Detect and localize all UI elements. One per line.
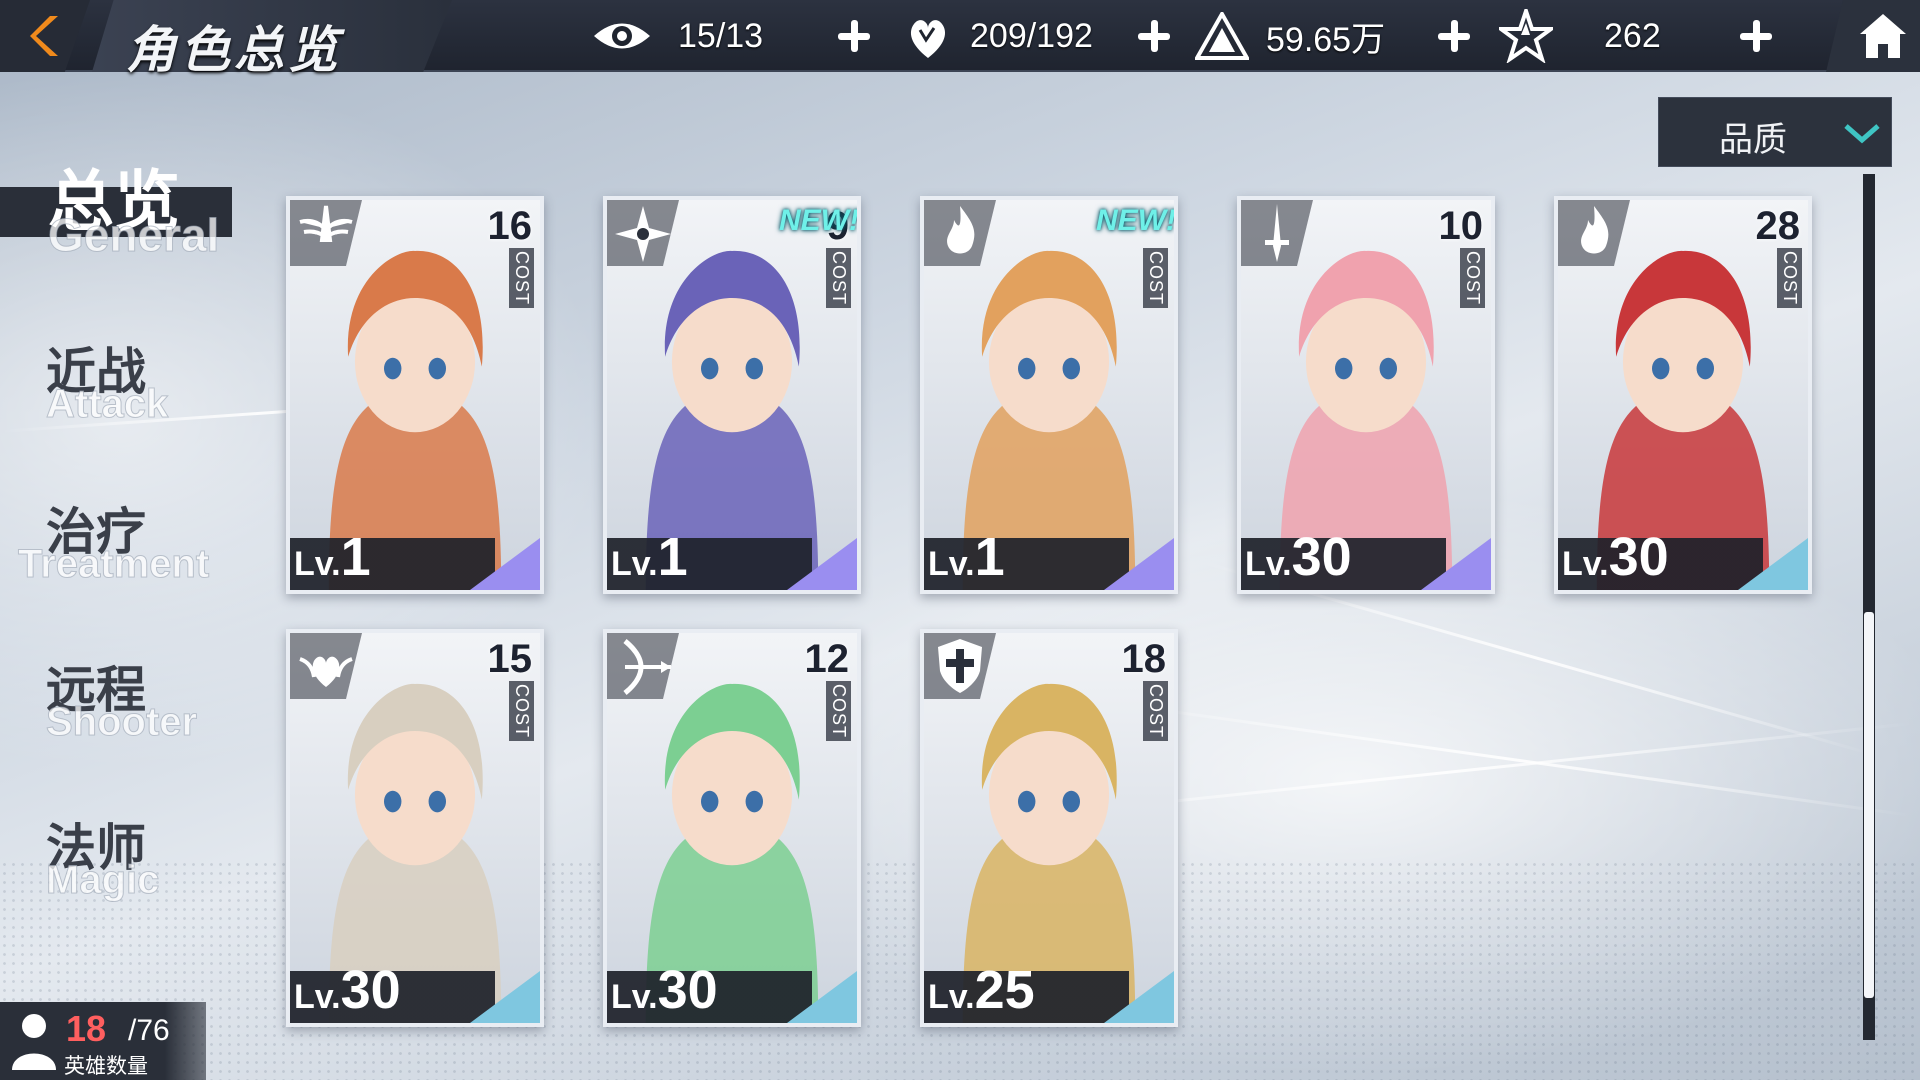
stamina-value: 209/192 [970,16,1093,55]
level-value: 30 [657,960,718,1020]
cost-value: 28 [1755,204,1801,248]
resource-vision: 15/13 [590,0,763,72]
resource-stamina: 209/192 [896,0,1093,72]
home-icon [1860,14,1906,58]
tab-label-en: General [47,209,220,262]
level-text: Lv.1 [928,526,1005,588]
hero-card[interactable]: 28 COST Lv.30 [1554,196,1812,594]
hero-card[interactable]: 16 COST Lv.1 [286,196,544,594]
cost-value: 15 [487,637,533,681]
cost-label: COST [1143,248,1168,309]
level-value: 30 [1608,527,1669,587]
level-value: 1 [657,527,688,587]
hero-count-current: 18 [66,1008,107,1049]
tab-treatment[interactable]: 治疗 Treatment [0,490,250,590]
hero-card[interactable]: COST NEW! Lv.1 [920,196,1178,594]
hero-card[interactable]: 10 COST Lv.30 [1237,196,1495,594]
cost-value: 10 [1438,204,1484,248]
scrollbar-thumb[interactable] [1864,612,1874,998]
level-prefix: Lv. [611,545,658,583]
heart-hand-icon [896,4,960,68]
level-text: Lv.30 [611,959,718,1021]
hero-card[interactable]: 15 COST Lv.30 [286,629,544,1027]
person-icon [12,1014,56,1070]
back-button[interactable] [0,0,90,72]
level-prefix: Lv. [928,545,975,583]
tab-label-en: Attack [45,382,169,427]
winged-sword-icon [290,200,362,266]
tab-general[interactable]: 总览 General [0,140,250,262]
cost-value: 18 [1121,637,1167,681]
hero-count-max: /76 [128,1014,170,1047]
level-prefix: Lv. [1245,545,1292,583]
tab-label-en: Shooter [45,700,198,745]
level-text: Lv.1 [611,526,688,588]
flame-icon [924,200,996,266]
level-prefix: Lv. [1562,545,1609,583]
home-button[interactable] [1826,0,1920,72]
level-text: Lv.1 [294,526,371,588]
heart-wing-icon [290,633,362,699]
hero-count-label: 英雄数量 [64,1054,148,1078]
add-vision-button[interactable] [834,16,874,56]
vision-value: 15/13 [678,16,764,55]
level-text: Lv.30 [1245,526,1352,588]
hero-card[interactable]: 9 COST NEW! Lv.1 [603,196,861,594]
cost-value: 16 [487,204,533,248]
level-text: Lv.30 [294,959,401,1021]
new-badge: NEW! [1096,204,1176,237]
tab-shooter[interactable]: 远程 Shooter [0,648,250,748]
cost-label: COST [826,248,851,309]
level-prefix: Lv. [294,978,341,1016]
cost-label: COST [826,681,851,742]
level-value: 1 [974,527,1005,587]
level-prefix: Lv. [611,978,658,1016]
cost-label: COST [1777,248,1802,309]
level-prefix: Lv. [294,545,341,583]
level-text: Lv.30 [1562,526,1669,588]
hero-card[interactable]: 18 COST Lv.25 [920,629,1178,1027]
bow-icon [607,633,679,699]
level-value: 1 [340,527,371,587]
quality-sort-dropdown[interactable]: 品质 [1658,97,1892,167]
dagger-icon [1241,200,1313,266]
cost-value: 12 [804,637,850,681]
hero-card[interactable]: 12 COST Lv.30 [603,629,861,1027]
new-badge: NEW! [779,204,859,237]
add-stamina-button[interactable] [1134,16,1174,56]
cost-label: COST [509,248,534,309]
shuriken-icon [607,200,679,266]
tab-magic[interactable]: 法师 Magic [0,806,250,906]
tab-attack[interactable]: 近战 Attack [0,330,250,430]
sort-label: 品质 [1719,120,1787,160]
level-prefix: Lv. [928,978,975,1016]
eye-icon [590,4,654,68]
chevron-down-icon [1844,124,1880,144]
top-bar: 角色总览 15/13 209/192 59.65万 262 [0,0,1920,78]
shield-cross-icon [924,633,996,699]
tab-label-en: Treatment [17,542,210,587]
back-arrow-icon [30,16,58,56]
page-title: 角色总览 [126,22,342,78]
cost-label: COST [1460,248,1485,309]
add-gold-button[interactable] [1434,16,1474,56]
level-value: 30 [1291,527,1352,587]
tab-label-en: Magic [45,858,160,903]
resource-crystal: 262 [1494,0,1661,72]
level-value: 25 [974,960,1035,1020]
gold-value: 59.65万 [1266,20,1386,59]
level-text: Lv.25 [928,959,1035,1021]
cost-label: COST [1143,681,1168,742]
crystal-value: 262 [1604,16,1661,55]
level-value: 30 [340,960,401,1020]
resource-gold: 59.65万 [1190,0,1385,72]
star-crystal-icon [1494,4,1558,68]
add-crystal-button[interactable] [1736,16,1776,56]
hero-count-panel: 18 /76 英雄数量 [0,1002,206,1080]
pyramid-icon [1190,4,1254,68]
flame-icon [1558,200,1630,266]
cost-label: COST [509,681,534,742]
